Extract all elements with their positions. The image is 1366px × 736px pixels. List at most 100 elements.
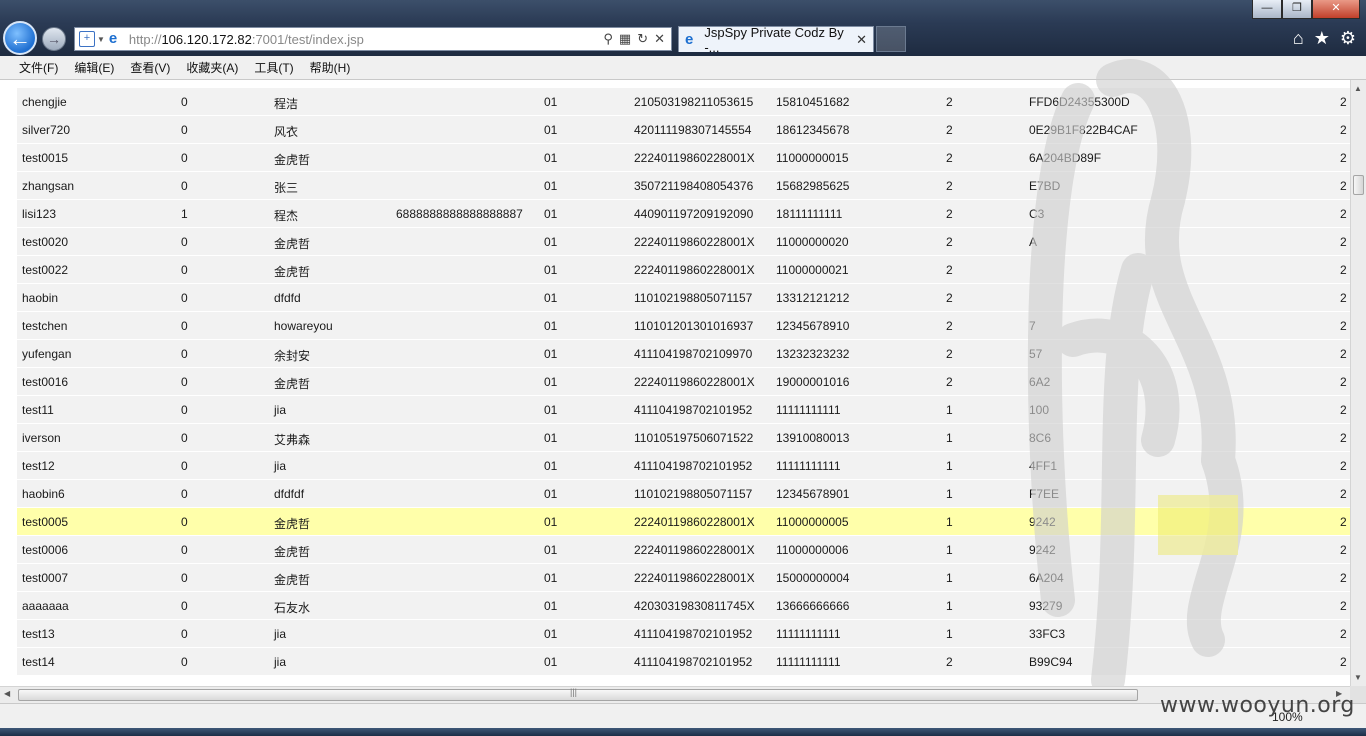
cell-num: 2 — [946, 263, 953, 277]
cell-hash: B99C94 — [1029, 655, 1073, 669]
cell-hash: 9242 — [1029, 543, 1056, 557]
close-window-button[interactable]: ✕ — [1312, 0, 1360, 19]
gear-icon[interactable]: ⚙ — [1340, 28, 1356, 49]
cell-name: 金虎哲 — [274, 237, 311, 251]
cell-last: 2 — [1340, 95, 1347, 109]
maximize-button[interactable]: ❐ — [1282, 0, 1312, 19]
cell-flag: 0 — [181, 515, 188, 529]
cell-phone: 11111111111 — [776, 627, 841, 641]
cell-name: 风衣 — [274, 125, 299, 139]
cell-phone: 11111111111 — [776, 403, 841, 417]
cell-num: 1 — [946, 431, 953, 445]
cell-phone: 11111111111 — [776, 459, 841, 473]
cell-last: 2 — [1340, 515, 1347, 529]
cell-id: 22240119860228001X — [634, 515, 755, 529]
cell-num: 2 — [946, 347, 953, 361]
cell-id: 420111198307145554 — [634, 123, 752, 137]
close-tab-icon[interactable]: ✕ — [856, 32, 867, 48]
table-row[interactable]: test0020 0 金虎哲 01 22240119860228001X 11000000… — [17, 228, 1350, 256]
add-favorite-icon[interactable]: + — [79, 31, 95, 47]
vertical-scroll-thumb[interactable] — [1353, 175, 1364, 195]
chevron-down-icon[interactable]: ▼ — [97, 35, 105, 44]
compat-view-icon[interactable]: ▦ — [619, 31, 631, 47]
scroll-up-icon[interactable]: ▲ — [1354, 84, 1362, 93]
menu-help[interactable]: 帮助(H) — [302, 57, 359, 79]
table-row[interactable]: test0016 0 金虎哲 01 22240119860228001X 19000001… — [17, 368, 1350, 396]
horizontal-scroll-thumb[interactable] — [18, 689, 1138, 701]
cell-name: 石友水 — [274, 601, 311, 615]
windows-taskbar — [0, 728, 1366, 736]
cell-hash: C3 — [1029, 207, 1045, 221]
cell-name: 金虎哲 — [274, 517, 311, 531]
table-row[interactable]: test0007 0 金虎哲 01 22240119860228001X 15000000… — [17, 564, 1350, 592]
cell-phone: 13312121212 — [776, 291, 850, 305]
table-row[interactable]: lisi123 1 程杰 6888888888888888887 01 440901197… — [17, 200, 1350, 228]
cell-code: 01 — [544, 431, 558, 445]
menu-favorites[interactable]: 收藏夹(A) — [178, 57, 246, 79]
cell-name: 程杰 — [274, 209, 299, 223]
cell-last: 2 — [1340, 375, 1347, 389]
menu-bar: 文件(F) 编辑(E) 查看(V) 收藏夹(A) 工具(T) 帮助(H) — [0, 56, 1366, 80]
cell-num: 2 — [946, 95, 953, 109]
scroll-down-icon[interactable]: ▼ — [1354, 673, 1362, 682]
new-tab-button[interactable] — [876, 26, 906, 52]
cell-id: 411104198702101952 — [634, 627, 753, 641]
cell-hash: A — [1029, 235, 1038, 249]
back-button[interactable]: ← — [3, 21, 37, 55]
table-row[interactable]: silver720 0 风衣 01 420111198307145554 18612345… — [17, 116, 1350, 144]
cell-num: 1 — [946, 571, 953, 585]
url-text[interactable]: http://106.120.172.82:7001/test/index.js… — [129, 32, 364, 47]
menu-view[interactable]: 查看(V) — [122, 57, 178, 79]
menu-file[interactable]: 文件(F) — [11, 57, 66, 79]
cell-phone: 18111111111 — [776, 207, 843, 221]
table-row[interactable]: iverson 0 艾弗森 01 110105197506071522 139100800… — [17, 424, 1350, 452]
menu-tools[interactable]: 工具(T) — [246, 57, 301, 79]
cell-user: yufengan — [22, 347, 72, 361]
table-row[interactable]: test0006 0 金虎哲 01 22240119860228001X 11000000… — [17, 536, 1350, 564]
cell-code: 01 — [544, 627, 558, 641]
favorites-star-icon[interactable]: ★ — [1314, 28, 1330, 49]
table-row[interactable]: test0022 0 金虎哲 01 22240119860228001X 11000000… — [17, 256, 1350, 284]
table-row[interactable]: haobin6 0 dfdfdf 01 110102198805071157 123456… — [17, 480, 1350, 508]
cell-code: 01 — [544, 543, 558, 557]
cell-id: 210503198211053615 — [634, 95, 754, 109]
cell-hash: 33FC3 — [1029, 627, 1066, 641]
cell-num: 1 — [946, 459, 953, 473]
home-icon[interactable]: ⌂ — [1293, 28, 1304, 49]
minimize-button[interactable]: — — [1252, 0, 1282, 19]
vertical-scrollbar[interactable]: ▲ ▼ — [1350, 80, 1366, 686]
cell-code: 01 — [544, 571, 558, 585]
search-icon[interactable]: ⚲ — [603, 31, 613, 47]
cell-phone: 19000001016 — [776, 375, 850, 389]
table-row[interactable]: test11 0 jia 01 411104198702101952 1111111111… — [17, 396, 1350, 424]
scroll-left-icon[interactable]: ◀ — [4, 689, 10, 698]
refresh-icon[interactable]: ↻ — [637, 31, 648, 47]
cell-name: dfdfd — [274, 291, 301, 305]
cell-user: aaaaaaa — [22, 599, 69, 613]
table-row[interactable]: yufengan 0 余封安 01 411104198702109970 13232323… — [17, 340, 1350, 368]
cell-last: 2 — [1340, 151, 1347, 165]
table-row[interactable]: chengjie 0 程洁 01 210503198211053615 158104516… — [17, 88, 1350, 116]
table-row[interactable]: haobin 0 dfdfd 01 110102198805071157 13312121… — [17, 284, 1350, 312]
table-row[interactable]: aaaaaaa 0 石友水 01 42030319830811745X 136666666… — [17, 592, 1350, 620]
forward-button[interactable]: → — [42, 27, 66, 51]
cell-hash: F7EE — [1029, 487, 1060, 501]
cell-hash: 9242 — [1029, 515, 1056, 529]
table-row[interactable]: test14 0 jia 01 411104198702101952 1111111111… — [17, 648, 1350, 676]
cell-flag: 0 — [181, 291, 188, 305]
stop-icon[interactable]: ✕ — [654, 31, 665, 47]
cell-last: 2 — [1340, 207, 1347, 221]
address-bar[interactable]: + ▼ e http://106.120.172.82:7001/test/in… — [74, 27, 672, 51]
table-row[interactable]: test0015 0 金虎哲 01 22240119860228001X 11000000… — [17, 144, 1350, 172]
table-row[interactable]: test12 0 jia 01 411104198702101952 1111111111… — [17, 452, 1350, 480]
table-row[interactable]: test13 0 jia 01 411104198702101952 1111111111… — [17, 620, 1350, 648]
grip-icon: ||| — [570, 687, 578, 697]
ie-page-icon: e — [108, 30, 118, 47]
tab-jspspy[interactable]: e JspSpy Private Codz By -... ✕ — [678, 25, 874, 55]
cell-last: 2 — [1340, 319, 1347, 333]
table-row[interactable]: test0005 0 金虎哲 01 22240119860228001X 11000000… — [17, 508, 1350, 536]
menu-edit[interactable]: 编辑(E) — [66, 57, 122, 79]
table-row[interactable]: testchen 0 howareyou 01 110101201301016937 12… — [17, 312, 1350, 340]
table-row[interactable]: zhangsan 0 张三 01 350721198408054376 156829856… — [17, 172, 1350, 200]
horizontal-scrollbar[interactable]: ◀ ||| ▶ — [0, 686, 1350, 703]
